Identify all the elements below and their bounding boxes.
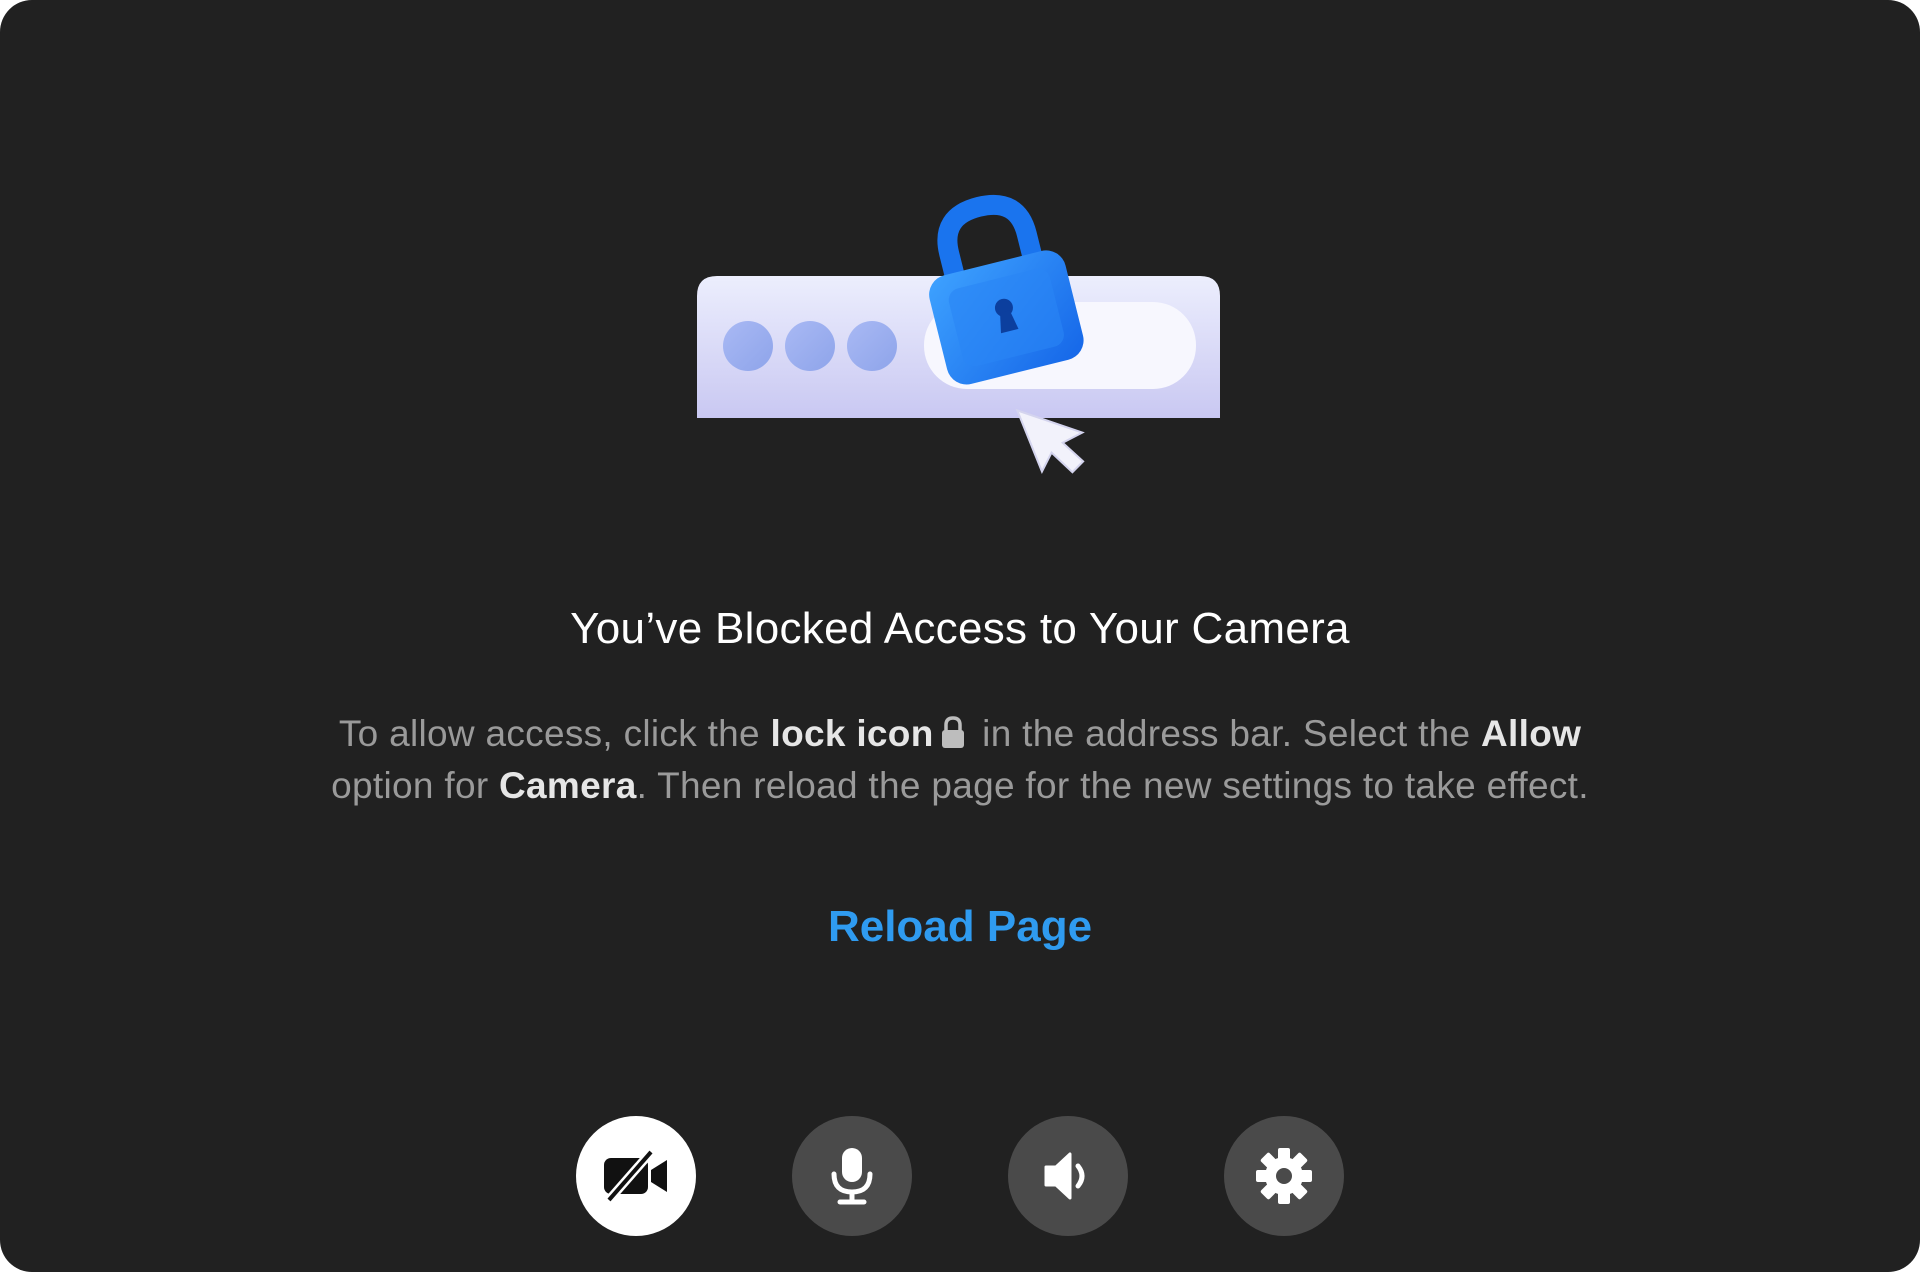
microphone-button[interactable] — [792, 1116, 912, 1236]
video-off-icon — [604, 1149, 667, 1203]
blocked-address-bar-illustration — [697, 194, 1220, 474]
instructions-text: To allow access, click the lock icon in … — [331, 713, 1589, 806]
gear-icon — [1256, 1148, 1312, 1204]
settings-button[interactable] — [1224, 1116, 1344, 1236]
page-title: You’ve Blocked Access to Your Camera — [570, 604, 1350, 653]
camera-blocked-window: You’ve Blocked Access to Your Camera To … — [0, 0, 1920, 1272]
reload-page-link[interactable]: Reload Page — [0, 902, 1920, 952]
speaker-button[interactable] — [1008, 1116, 1128, 1236]
microphone-icon — [831, 1148, 873, 1205]
camera-off-button[interactable] — [576, 1116, 696, 1236]
lock-icon — [940, 714, 966, 762]
speaker-icon — [1044, 1152, 1085, 1200]
control-bar — [0, 1116, 1920, 1236]
